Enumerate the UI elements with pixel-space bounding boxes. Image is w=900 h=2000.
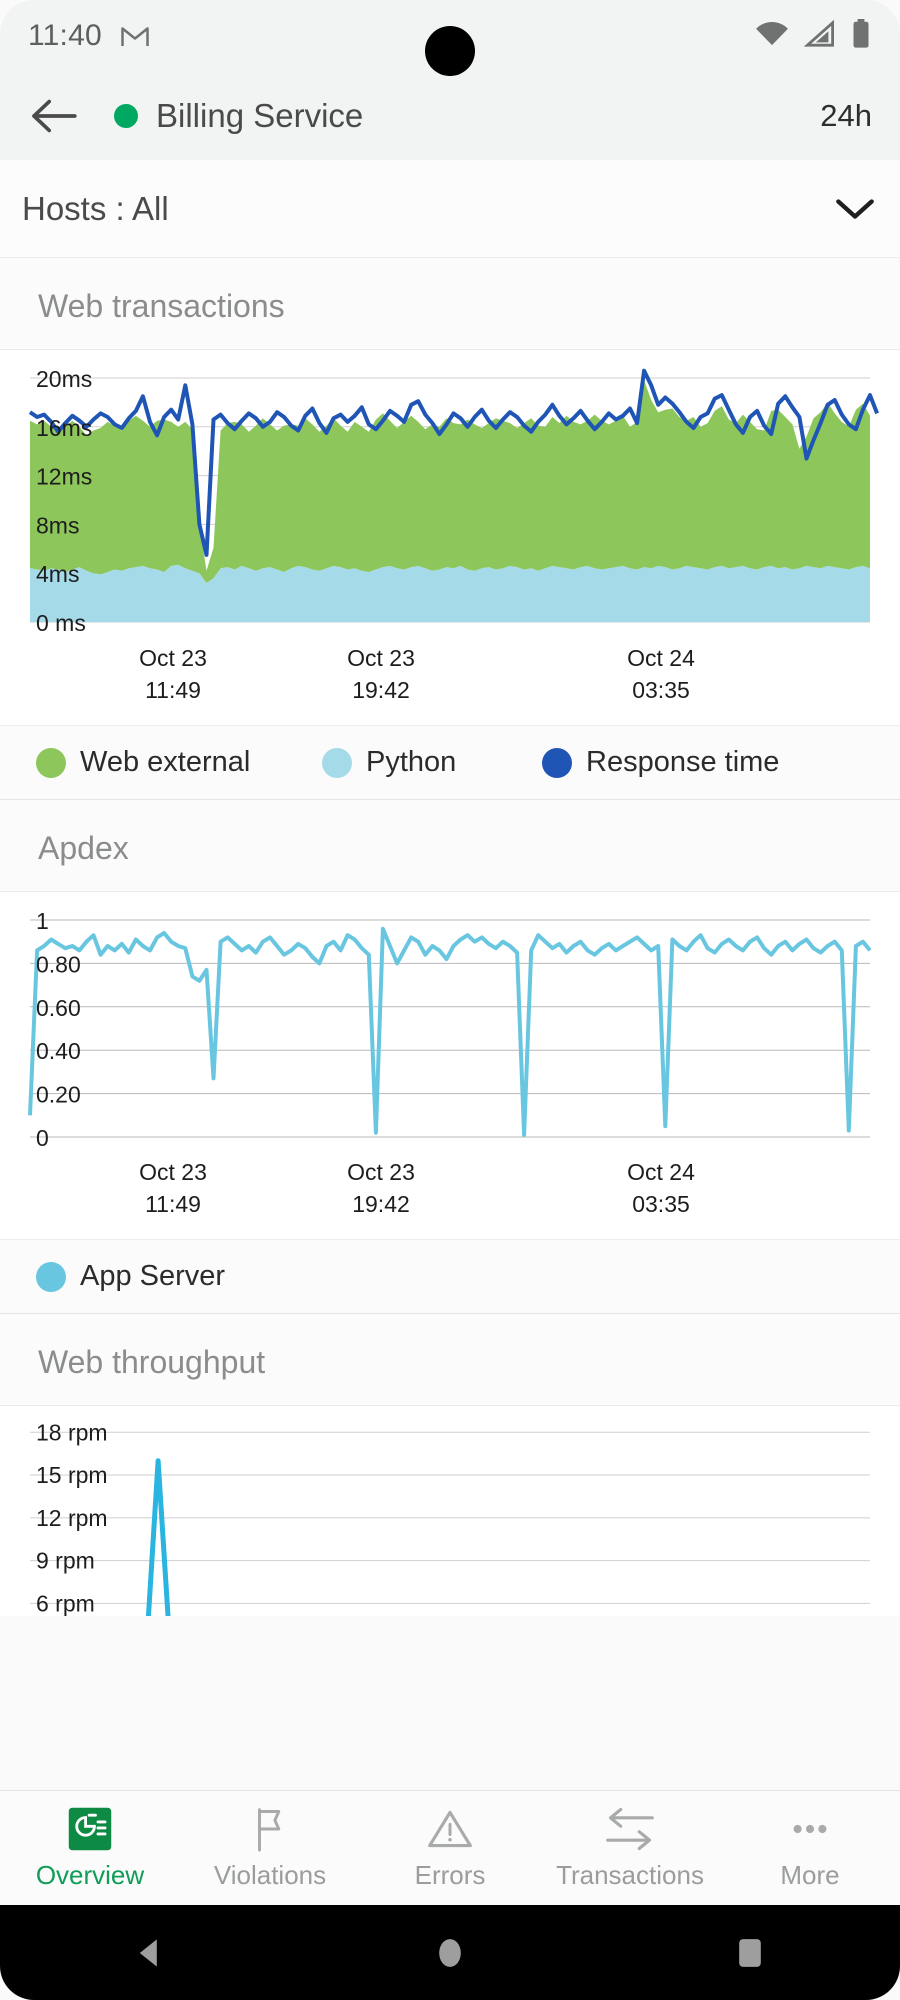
apdex-chart: 0 0.20 0.40 0.60 0.80 1 Oct 23 11:49 Oct 23 19:42… — [0, 892, 900, 1239]
svg-text:15 rpm: 15 rpm — [36, 1462, 108, 1488]
svg-text:Oct 23: Oct 23 — [347, 1159, 415, 1185]
cellular-signal-icon — [803, 19, 836, 53]
legend-swatch-app-server — [36, 1261, 66, 1292]
web-throughput-plot: 6 rpm 9 rpm 12 rpm 15 rpm 18 rpm — [30, 1419, 870, 1616]
hosts-filter[interactable]: Hosts : All — [0, 160, 900, 258]
phone-screen: 11:40 Billing Service 24h Hosts : All We… — [0, 0, 900, 2000]
android-recents-icon[interactable] — [690, 1905, 810, 2000]
legend-label-python: Python — [366, 746, 457, 778]
android-home-icon[interactable] — [390, 1905, 510, 2000]
battery-icon — [850, 18, 872, 54]
svg-text:0.80: 0.80 — [36, 951, 81, 977]
svg-text:Oct 24: Oct 24 — [627, 1159, 695, 1185]
legend-item-response-time[interactable]: Response time — [542, 746, 779, 779]
svg-text:11:49: 11:49 — [145, 677, 201, 703]
svg-text:20ms: 20ms — [36, 366, 92, 392]
svg-text:12 rpm: 12 rpm — [36, 1505, 108, 1531]
web-transactions-legend: Web external Python Response time — [0, 725, 900, 800]
time-range-selector[interactable]: 24h — [820, 98, 872, 134]
svg-text:0: 0 — [36, 1125, 49, 1151]
svg-text:0.20: 0.20 — [36, 1082, 81, 1108]
tab-label-violations: Violations — [213, 1859, 327, 1890]
status-bar-clock: 11:40 — [28, 19, 102, 52]
svg-text:18 rpm: 18 rpm — [36, 1419, 108, 1445]
overview-icon — [67, 1806, 113, 1852]
svg-text:1: 1 — [36, 908, 49, 934]
tab-violations[interactable]: Violations — [180, 1806, 360, 1891]
legend-item-python[interactable]: Python — [322, 746, 542, 779]
warning-triangle-icon — [426, 1806, 474, 1852]
legend-item-web-external[interactable]: Web external — [22, 746, 322, 779]
flag-icon — [249, 1806, 291, 1852]
android-back-icon[interactable] — [90, 1905, 210, 2000]
web-throughput-chart: 6 rpm 9 rpm 12 rpm 15 rpm 18 rpm — [0, 1406, 900, 1616]
svg-text:19:42: 19:42 — [352, 677, 410, 703]
svg-text:16ms: 16ms — [36, 415, 92, 441]
section-title-web-throughput: Web throughput — [0, 1314, 900, 1405]
svg-text:Oct 23: Oct 23 — [139, 1159, 207, 1185]
service-health-dot — [114, 104, 138, 128]
legend-swatch-web-external — [36, 747, 66, 778]
web-transactions-chart: 0 ms 4ms 8ms 12ms 16ms 20ms Oct 23 11:49 Oct 23 1… — [0, 350, 900, 725]
app-bar: Billing Service 24h — [0, 72, 900, 160]
svg-text:11:49: 11:49 — [145, 1191, 201, 1217]
tab-label-more: More — [780, 1859, 840, 1890]
svg-text:19:42: 19:42 — [352, 1191, 410, 1217]
svg-text:Oct 23: Oct 23 — [347, 645, 415, 671]
svg-text:Oct 23: Oct 23 — [139, 645, 207, 671]
legend-swatch-python — [322, 747, 352, 778]
web-transactions-plot: 0 ms 4ms 8ms 12ms 16ms 20ms Oct 23 11:49 Oct 23 1… — [28, 366, 879, 703]
legend-label-web-external: Web external — [80, 746, 251, 778]
legend-label-app-server: App Server — [80, 1260, 226, 1292]
svg-text:6 rpm: 6 rpm — [36, 1590, 95, 1616]
svg-text:03:35: 03:35 — [632, 1191, 690, 1217]
more-dots-icon — [787, 1806, 833, 1852]
legend-item-app-server[interactable]: App Server — [22, 1260, 225, 1293]
tab-label-errors: Errors — [414, 1859, 486, 1890]
chevron-down-icon[interactable] — [832, 186, 878, 232]
tab-errors[interactable]: Errors — [360, 1806, 540, 1891]
page-title: Billing Service — [156, 97, 364, 134]
tab-overview[interactable]: Overview — [0, 1806, 180, 1891]
svg-text:12ms: 12ms — [36, 464, 92, 490]
hosts-filter-label: Hosts : All — [22, 189, 169, 227]
svg-text:9 rpm: 9 rpm — [36, 1548, 95, 1574]
svg-text:8ms: 8ms — [36, 512, 79, 538]
wifi-icon — [754, 20, 790, 53]
status-bar-icons — [754, 18, 872, 54]
svg-text:03:35: 03:35 — [632, 677, 690, 703]
svg-text:0.40: 0.40 — [36, 1038, 81, 1064]
tab-transactions[interactable]: Transactions — [540, 1806, 720, 1891]
tab-label-transactions: Transactions — [556, 1859, 704, 1890]
tab-label-overview: Overview — [35, 1859, 145, 1890]
transfer-arrows-icon — [604, 1806, 656, 1852]
svg-text:0 ms: 0 ms — [36, 610, 86, 636]
gmail-icon — [120, 22, 150, 50]
tab-more[interactable]: More — [720, 1806, 900, 1891]
android-navigation-bar — [0, 1905, 900, 2000]
legend-label-response-time: Response time — [586, 746, 780, 778]
apdex-plot: 0 0.20 0.40 0.60 0.80 1 Oct 23 11:49 Oct 23 19:42… — [28, 908, 872, 1217]
bottom-tab-bar: Overview Violations Errors Transactions … — [0, 1790, 900, 1905]
camera-punch-hole — [425, 26, 475, 76]
svg-text:0.60: 0.60 — [36, 995, 81, 1021]
legend-swatch-response-time — [542, 747, 572, 778]
back-arrow-icon[interactable] — [28, 90, 80, 142]
svg-text:4ms: 4ms — [36, 561, 79, 587]
svg-text:Oct 24: Oct 24 — [627, 645, 695, 671]
section-title-web-transactions: Web transactions — [0, 258, 900, 349]
section-title-apdex: Apdex — [0, 800, 900, 891]
apdex-legend: App Server — [0, 1239, 900, 1314]
